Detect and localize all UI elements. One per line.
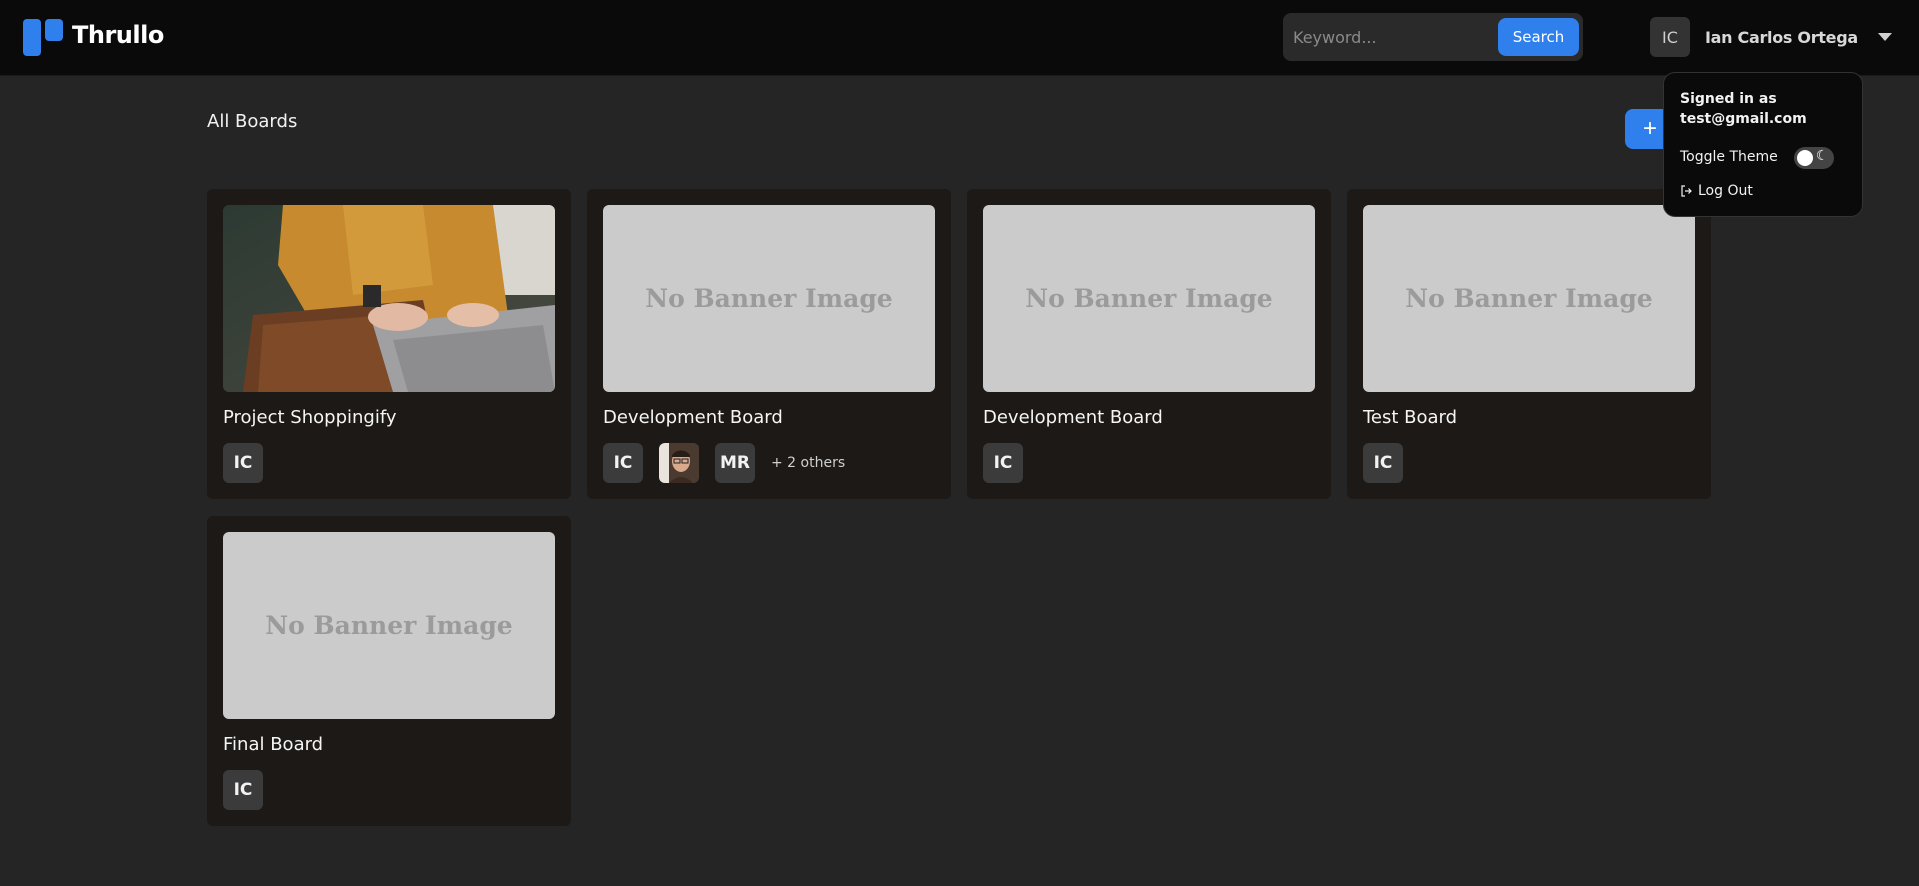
board-title: Project Shoppingify [223, 407, 397, 428]
user-menu[interactable]: IC Ian Carlos Ortega [1650, 17, 1892, 57]
board-card[interactable]: Project Shoppingify IC [207, 189, 571, 499]
member-photo-avatar [659, 443, 699, 483]
signed-in-info: Signed in as test@gmail.com [1680, 89, 1807, 129]
user-email: test@gmail.com [1680, 111, 1807, 127]
toggle-theme-row[interactable]: Toggle Theme ☾ [1680, 145, 1848, 169]
board-card[interactable]: No Banner Image Development Board IC [967, 189, 1331, 499]
chevron-down-icon[interactable] [1877, 33, 1892, 41]
board-members: IC [983, 443, 1039, 483]
board-card[interactable]: No Banner Image Final Board IC [207, 516, 571, 826]
member-avatar: IC [223, 770, 263, 810]
toggle-knob [1797, 150, 1813, 166]
toggle-theme-label: Toggle Theme [1680, 149, 1778, 165]
search-bar: Search [1283, 13, 1583, 61]
theme-toggle-switch[interactable]: ☾ [1794, 147, 1834, 169]
laptop-photo [223, 205, 555, 392]
no-banner-text: No Banner Image [265, 611, 513, 640]
board-members: IC MR + 2 others [603, 443, 845, 483]
moon-icon: ☾ [1816, 148, 1829, 164]
board-title: Development Board [983, 407, 1163, 428]
board-banner-placeholder: No Banner Image [1363, 205, 1695, 392]
no-banner-text: No Banner Image [645, 284, 893, 313]
member-avatar: IC [603, 443, 643, 483]
logout-icon [1681, 185, 1692, 197]
user-dropdown-menu: Signed in as test@gmail.com Toggle Theme… [1663, 72, 1863, 217]
no-banner-text: No Banner Image [1025, 284, 1273, 313]
person-photo [659, 443, 699, 483]
board-members: IC [1363, 443, 1419, 483]
search-button[interactable]: Search [1498, 18, 1579, 56]
search-input[interactable] [1293, 22, 1493, 52]
board-members: IC [223, 770, 279, 810]
board-card[interactable]: No Banner Image Test Board IC [1347, 189, 1711, 499]
member-avatar: MR [715, 443, 755, 483]
plus-icon: + [1643, 115, 1658, 142]
top-navbar: Thrullo Search IC Ian Carlos Ortega [0, 0, 1919, 76]
app-logo[interactable]: Thrullo [23, 19, 164, 57]
no-banner-text: No Banner Image [1405, 284, 1653, 313]
other-members-count: + 2 others [771, 455, 846, 471]
logo-icon [23, 19, 63, 57]
board-banner-image [223, 205, 555, 392]
member-avatar: IC [223, 443, 263, 483]
board-banner-placeholder: No Banner Image [223, 532, 555, 719]
board-title: Final Board [223, 734, 324, 755]
app-name: Thrullo [72, 21, 164, 49]
member-avatar: IC [983, 443, 1023, 483]
user-avatar[interactable]: IC [1650, 17, 1690, 57]
board-title: Development Board [603, 407, 783, 428]
logout-label: Log Out [1698, 183, 1753, 199]
board-title: Test Board [1363, 407, 1458, 428]
logout-menu-item[interactable]: Log Out [1680, 183, 1753, 199]
board-banner-placeholder: No Banner Image [603, 205, 935, 392]
signed-in-label: Signed in as [1680, 91, 1777, 107]
board-card[interactable]: No Banner Image Development Board IC MR … [587, 189, 951, 499]
board-banner-placeholder: No Banner Image [983, 205, 1315, 392]
member-avatar: IC [1363, 443, 1403, 483]
board-members: IC [223, 443, 279, 483]
user-name[interactable]: Ian Carlos Ortega [1705, 28, 1858, 47]
page-title: All Boards [207, 111, 298, 132]
